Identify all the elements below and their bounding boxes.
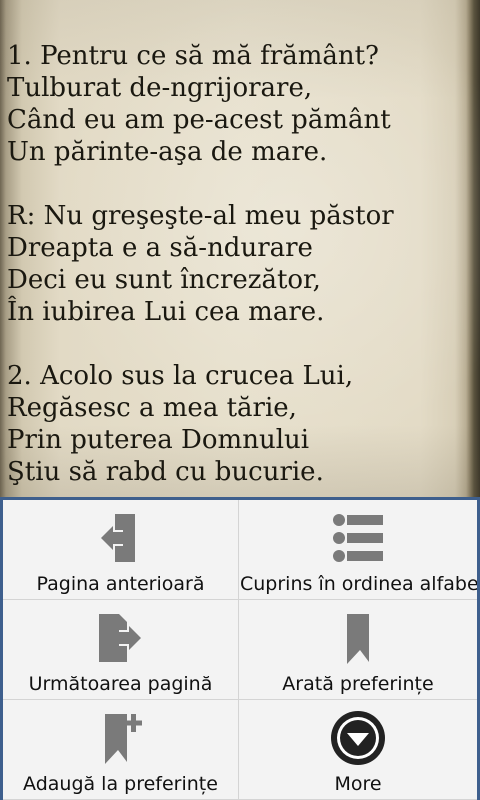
show-favorites-label: Arată preferințe — [282, 673, 434, 695]
alphabetical-contents-button[interactable]: Cuprins în ordinea alfabetică — [239, 500, 477, 600]
options-menu-grid: Pagina anterioară Cuprins în ordinea alf… — [3, 500, 477, 800]
lyric-line: Regăsesc a mea tărie, — [7, 393, 297, 423]
lyric-line: Un părinte-aşa de mare. — [7, 137, 328, 167]
alphabetical-contents-label: Cuprins în ordinea alfabetică — [240, 573, 477, 595]
show-favorites-button[interactable]: Arată preferințe — [239, 600, 477, 700]
next-page-label: Următoarea pagină — [28, 673, 213, 695]
next-page-button[interactable]: Următoarea pagină — [3, 600, 239, 700]
bookmark-icon — [347, 614, 369, 664]
add-to-favorites-label: Adaugă la preferințe — [23, 773, 218, 795]
lyric-line: R: Nu greşeşte-al meu păstor — [7, 201, 394, 231]
song-lyrics: 1. Pentru ce să mă frământ? Tulburat de-… — [7, 40, 394, 488]
stanza-gap — [7, 168, 394, 200]
lyric-line: Când eu am pe-acest pământ — [7, 105, 391, 135]
add-bookmark-icon — [104, 714, 142, 764]
options-menu: Pagina anterioară Cuprins în ordinea alf… — [0, 497, 480, 800]
lyric-line: Deci eu sunt încrezător, — [7, 265, 321, 295]
lyric-line: Ştiu să rabd cu bucurie. — [7, 457, 324, 487]
previous-page-label: Pagina anterioară — [36, 573, 205, 595]
screen: 1. Pentru ce să mă frământ? Tulburat de-… — [0, 0, 480, 800]
lyric-line: 2. Acolo sus la crucea Lui, — [7, 361, 354, 391]
list-icon — [333, 514, 383, 562]
lyric-line: Prin puterea Domnului — [7, 425, 310, 455]
previous-page-icon — [100, 514, 135, 562]
stanza-gap — [7, 328, 394, 360]
add-to-favorites-button[interactable]: Adaugă la preferințe — [3, 700, 239, 800]
more-label: More — [334, 773, 382, 795]
lyric-line: 1. Pentru ce să mă frământ? — [7, 41, 379, 71]
previous-page-button[interactable]: Pagina anterioară — [3, 500, 239, 600]
lyric-line: Dreapta e a să-ndurare — [7, 233, 313, 263]
lyric-line: Tulburat de-ngrijorare, — [7, 73, 313, 103]
more-icon — [331, 711, 385, 765]
lyric-line: În iubirea Lui cea mare. — [7, 297, 325, 327]
more-button[interactable]: More — [239, 700, 477, 800]
next-page-icon — [98, 614, 141, 662]
song-page[interactable]: 1. Pentru ce să mă frământ? Tulburat de-… — [0, 0, 480, 500]
